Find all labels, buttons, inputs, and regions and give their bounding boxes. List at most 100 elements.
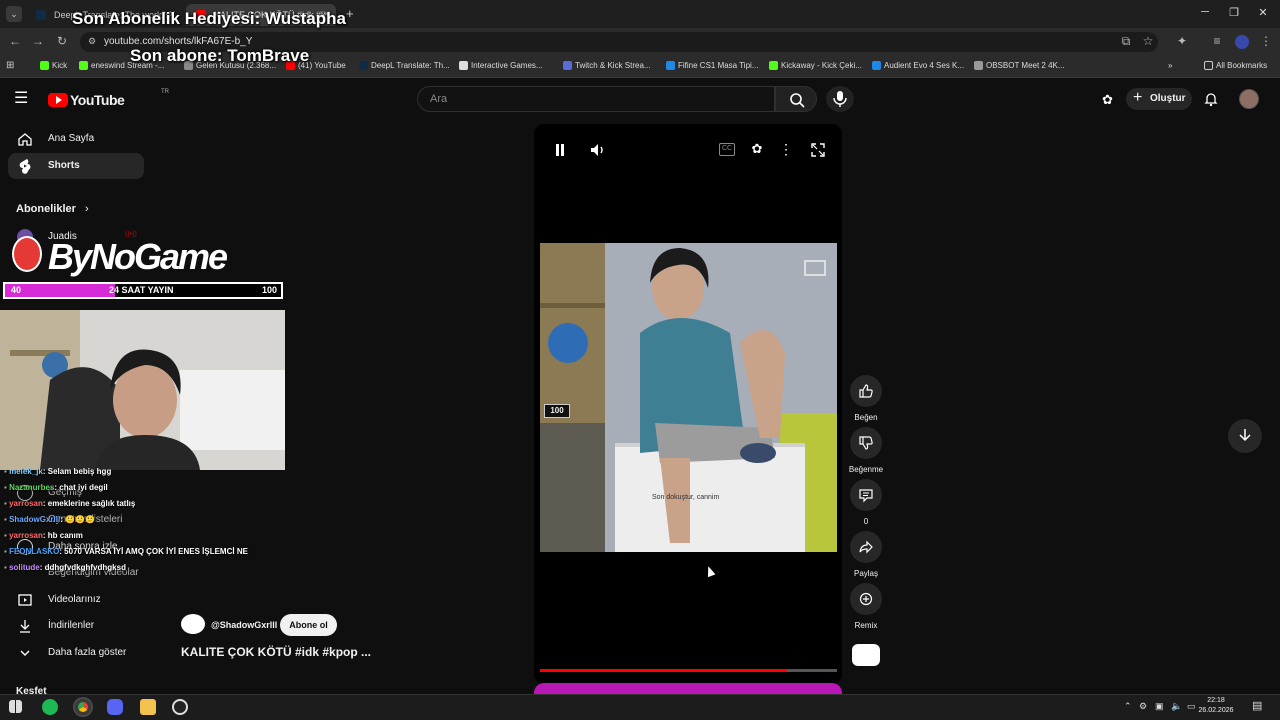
chat-message: ▪ yarrosan: emeklerine sağlık tatlış [4, 499, 135, 508]
video-progress-fill [540, 669, 787, 672]
restore-icon[interactable]: ❐ [1224, 6, 1244, 19]
remix-button[interactable]: Remix [850, 583, 882, 630]
subscriptions-label: Abonelikler [16, 203, 76, 215]
back-icon[interactable]: ← [6, 34, 24, 48]
bookmark-item[interactable]: Twitch & Kick Strea... [563, 61, 651, 70]
all-bookmarks[interactable]: All Bookmarks [1204, 61, 1267, 70]
short-title[interactable]: KALITE ÇOK KÖTÜ #idk #kpop ... [181, 645, 371, 659]
tray-overflow-icon[interactable]: ⌃ [1124, 701, 1132, 712]
chat-text: : hb canım [42, 531, 83, 540]
chat-message: ▪ FEONLASKO: 5070 VARSA İYİ AMQ ÇOK İYİ … [4, 547, 248, 556]
tray-app-icon[interactable]: ▣ [1155, 701, 1164, 712]
dislike-label: Beğenme [848, 465, 884, 474]
notification-center-icon[interactable]: ▤ [1252, 699, 1262, 712]
windows-start-icon[interactable] [9, 700, 22, 713]
bookmark-item[interactable]: DeepL Translate: Th... [359, 61, 450, 70]
speaker-icon[interactable]: 🔈 [1171, 701, 1182, 712]
tab-search-button[interactable]: ⌄ [6, 6, 22, 22]
chat-username: yarrosan [9, 531, 43, 540]
chat-username: FEONLASKO [9, 547, 60, 556]
home-icon [18, 133, 32, 146]
bookmark-item[interactable]: Fifine CS1 Masa Tipi... [666, 61, 758, 70]
voice-search-button[interactable] [826, 86, 854, 112]
steam-icon[interactable]: ⚙ [1139, 701, 1147, 712]
profile-avatar[interactable] [1235, 35, 1249, 49]
media-controls-icon[interactable]: ≡ [1208, 34, 1226, 48]
bookmark-label: Audient Evo 4 Ses K... [884, 61, 965, 70]
chat-text: : ddhgfvdkghfvdhgksd [39, 563, 126, 572]
sidebar-item-home[interactable]: Ana Sayfa [8, 126, 144, 152]
close-window-icon[interactable]: ✕ [1253, 6, 1273, 19]
bookmarks-overflow-icon[interactable]: » [1168, 61, 1172, 70]
bookmark-star-icon[interactable]: ☆ [1139, 34, 1157, 48]
chrome-menu-icon[interactable]: ⋮ [1257, 34, 1275, 48]
chat-text: : Selam bebiş hgg [42, 467, 112, 476]
fullscreen-icon[interactable] [810, 142, 826, 158]
subscriptions-heading[interactable]: Abonelikler › [16, 203, 89, 215]
video-caption: Son dokuştur, cannim [652, 494, 720, 501]
video-progress-bar[interactable] [540, 669, 837, 672]
bookmark-item[interactable]: Kickaway - Kick Çeki... [769, 61, 862, 70]
taskbar-clock[interactable]: 22:18 26.02.2026 [1196, 696, 1236, 716]
thumbs-up-icon [859, 384, 873, 398]
bynogame-emblem-icon [12, 236, 42, 272]
chat-message: ▪ Nazanurbes: chat iyi degil [4, 483, 108, 492]
comment-icon [859, 489, 873, 503]
sidebar-item-your-videos[interactable]: Videolarınız [8, 587, 144, 613]
bookmark-item[interactable]: Audient Evo 4 Ses K... [872, 61, 964, 70]
subscribe-button[interactable]: Abone ol [280, 614, 337, 636]
apps-icon[interactable]: ⊞ [6, 60, 14, 71]
sidebar-label: Videolarınız [48, 594, 101, 605]
volume-icon[interactable] [589, 142, 607, 158]
share-label: Paylaş [853, 569, 878, 578]
hamburger-menu-icon[interactable]: ☰ [14, 91, 34, 108]
bookmark-item[interactable]: Interactive Games... [459, 61, 543, 70]
bookmark-label: OBSBOT Meet 2 4K... [986, 61, 1065, 70]
forward-icon[interactable]: → [29, 34, 47, 48]
obs-icon[interactable] [172, 699, 188, 715]
shorts-video-frame[interactable]: 100 Son dokuştur, cannim [540, 243, 837, 552]
site-info-icon[interactable]: ⚙ [88, 36, 96, 47]
goal-target: 100 [261, 285, 277, 295]
notifications-bell-icon[interactable] [1203, 91, 1219, 107]
create-button[interactable]: + Oluştur [1126, 88, 1192, 110]
captions-icon[interactable]: CC [719, 143, 735, 156]
chrome-icon[interactable] [75, 699, 91, 715]
chat-username: ShadowGxrlll [9, 515, 61, 524]
spotify-icon[interactable] [42, 699, 58, 715]
chat-username: solitude [9, 563, 40, 572]
account-avatar[interactable] [1239, 89, 1259, 109]
bookmark-item[interactable]: OBSBOT Meet 2 4K... [974, 61, 1065, 70]
bookmark-label: Kick [52, 61, 68, 70]
bookmark-label: Interactive Games... [471, 61, 543, 70]
more-options-icon[interactable]: ⋮ [779, 141, 793, 157]
shorts-remix-icon[interactable]: ✿ [1102, 92, 1118, 108]
extensions-icon[interactable]: ✦ [1173, 34, 1191, 48]
next-short-button[interactable] [1228, 419, 1262, 453]
sidebar-item-shorts[interactable]: Shorts [8, 153, 144, 179]
search-button[interactable] [775, 86, 817, 112]
logo-text: YouTube [70, 92, 125, 108]
remix-label: Remix [854, 621, 878, 630]
reload-icon[interactable]: ↻ [53, 34, 71, 48]
new-tab-button[interactable]: + [346, 6, 354, 21]
file-explorer-icon[interactable] [140, 699, 156, 715]
install-icon[interactable]: ⧉ [1117, 34, 1135, 49]
sidebar-item-downloads[interactable]: İndirilenler [8, 613, 144, 639]
network-icon[interactable]: ▭ [1187, 701, 1196, 712]
chat-text: : 🙂🙂🙂 [60, 515, 95, 524]
search-input[interactable]: Ara [417, 86, 775, 112]
like-button[interactable]: Beğen [850, 375, 882, 422]
comments-button[interactable]: 0 [850, 479, 882, 526]
sound-thumbnail[interactable] [852, 644, 880, 666]
dislike-button[interactable]: Beğenme [849, 427, 883, 474]
discord-icon[interactable] [107, 699, 123, 715]
remix-icon[interactable]: ✿ [749, 141, 765, 157]
sidebar-item-show-more[interactable]: Daha fazla göster [8, 640, 144, 666]
bookmark-item[interactable]: Kick [40, 61, 67, 70]
minimize-icon[interactable]: ─ [1195, 6, 1215, 18]
remix-icon [859, 592, 873, 606]
pause-icon[interactable] [553, 142, 567, 158]
video-icon [18, 594, 32, 606]
share-button[interactable]: Paylaş [850, 531, 882, 578]
